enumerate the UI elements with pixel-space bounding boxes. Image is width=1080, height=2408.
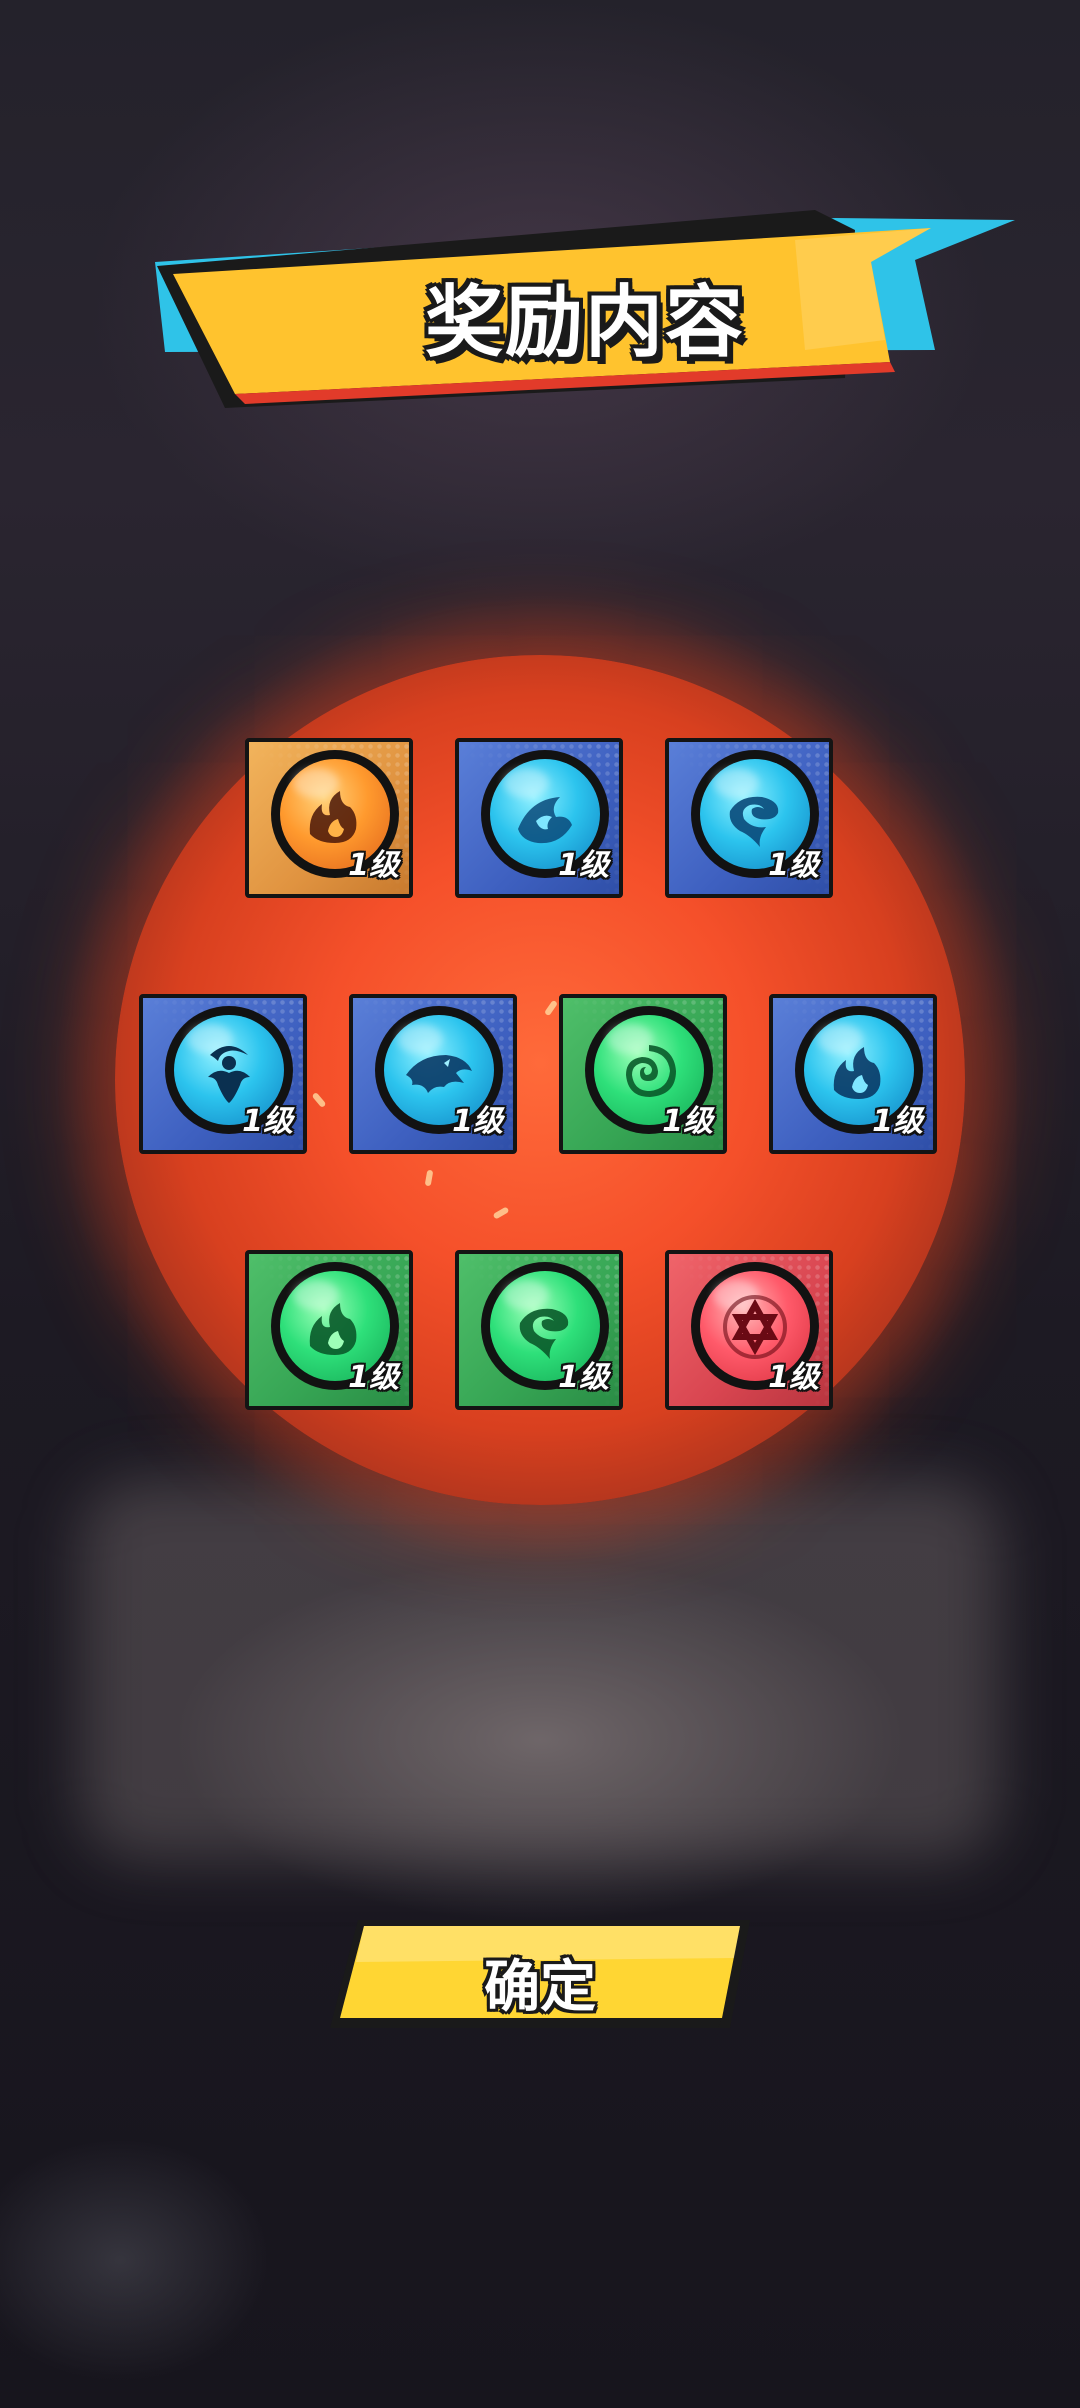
- level-label: 1级: [768, 1360, 819, 1395]
- reward-item[interactable]: 1级: [245, 1250, 413, 1410]
- reward-screen: 奖励内容 1级 1级 1级 1级 1级 1级 1级 1级 1级 1级 确定: [0, 0, 1080, 2408]
- reward-item[interactable]: 1级: [769, 994, 937, 1154]
- level-label: 1级: [348, 1360, 399, 1395]
- reward-item[interactable]: 1级: [245, 738, 413, 898]
- reward-item[interactable]: 1级: [455, 738, 623, 898]
- reward-item[interactable]: 1级: [455, 1250, 623, 1410]
- level-label: 1级: [768, 848, 819, 883]
- reward-item[interactable]: 1级: [139, 994, 307, 1154]
- page-title: 奖励内容: [424, 278, 745, 368]
- level-label: 1级: [558, 848, 609, 883]
- level-label: 1级: [662, 1104, 713, 1139]
- reward-item[interactable]: 1级: [349, 994, 517, 1154]
- level-label: 1级: [348, 848, 399, 883]
- confirm-button[interactable]: 确定: [330, 1918, 750, 2030]
- reward-item[interactable]: 1级: [559, 994, 727, 1154]
- reward-item[interactable]: 1级: [665, 738, 833, 898]
- level-label: 1级: [452, 1104, 503, 1139]
- reward-item[interactable]: 1级: [665, 1250, 833, 1410]
- confirm-button-label: 确定: [484, 1955, 596, 2020]
- level-label: 1级: [872, 1104, 923, 1139]
- title-banner: 奖励内容: [155, 200, 1015, 410]
- level-label: 1级: [558, 1360, 609, 1395]
- level-label: 1级: [242, 1104, 293, 1139]
